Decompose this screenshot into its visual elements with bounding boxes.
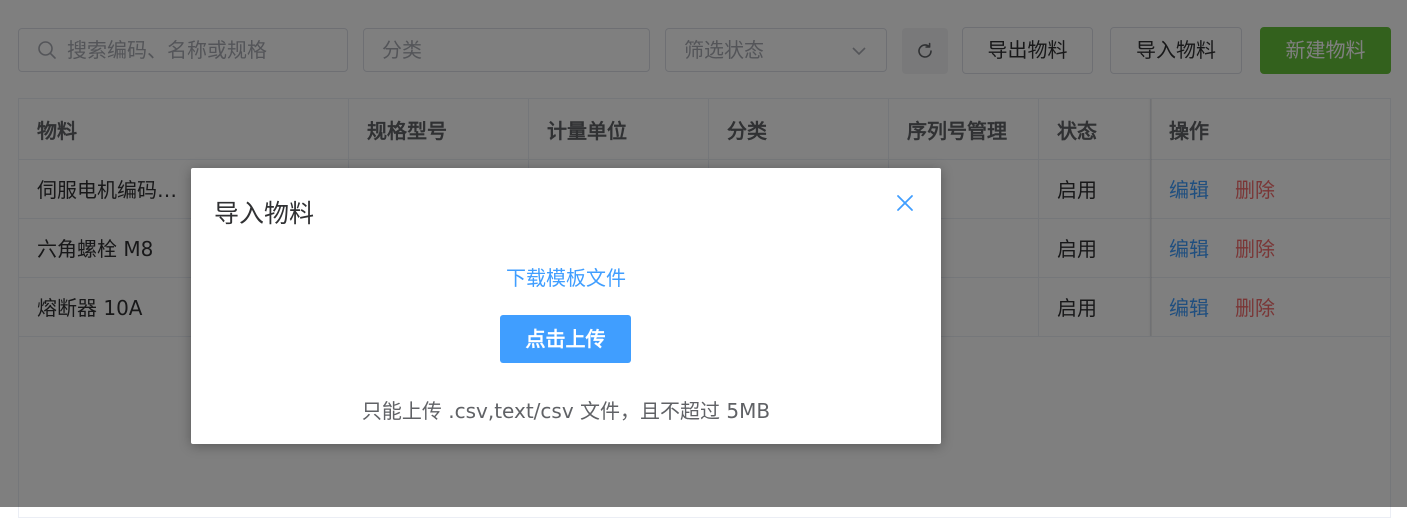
- download-template-link[interactable]: 下载模板文件: [191, 262, 941, 291]
- close-icon[interactable]: [894, 192, 916, 214]
- upload-button[interactable]: 点击上传: [500, 315, 631, 363]
- import-dialog: 导入物料 下载模板文件 点击上传 只能上传 .csv,text/csv 文件，且…: [191, 168, 941, 444]
- dialog-title: 导入物料: [214, 199, 315, 228]
- upload-tip: 只能上传 .csv,text/csv 文件，且不超过 5MB: [361, 399, 771, 423]
